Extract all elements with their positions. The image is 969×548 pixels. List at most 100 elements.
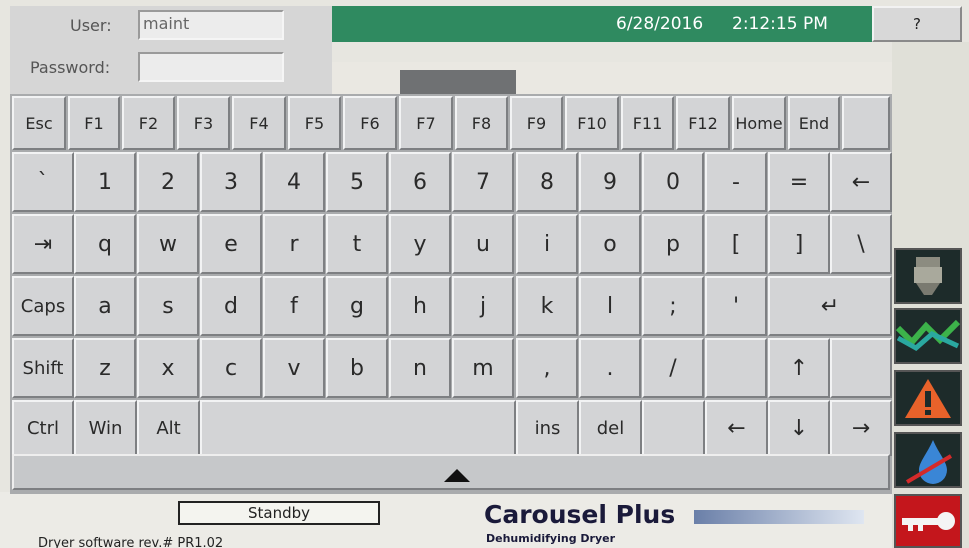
key-close-bracket[interactable]: ] bbox=[768, 214, 830, 274]
key-x[interactable]: x bbox=[137, 338, 199, 398]
key-backslash[interactable]: \ bbox=[830, 214, 892, 274]
key-ctrl[interactable]: Ctrl bbox=[12, 400, 74, 456]
key-8[interactable]: 8 bbox=[516, 152, 578, 212]
key-f8[interactable]: F8 bbox=[455, 96, 508, 150]
key-comma[interactable]: , bbox=[516, 338, 578, 398]
login-key-button[interactable] bbox=[894, 494, 962, 548]
key-tab[interactable]: ⇥ bbox=[12, 214, 74, 274]
key-left[interactable]: ← bbox=[705, 400, 768, 456]
key-shift[interactable]: Shift bbox=[12, 338, 74, 398]
key-f10[interactable]: F10 bbox=[565, 96, 619, 150]
key-4[interactable]: 4 bbox=[263, 152, 325, 212]
water-icon bbox=[905, 440, 953, 484]
key-w[interactable]: w bbox=[137, 214, 199, 274]
key-0[interactable]: 0 bbox=[642, 152, 704, 212]
key-f2[interactable]: F2 bbox=[122, 96, 175, 150]
key-h[interactable]: h bbox=[389, 276, 451, 336]
key-f6[interactable]: F6 bbox=[343, 96, 397, 150]
help-button[interactable]: ? bbox=[872, 6, 962, 42]
key-b[interactable]: b bbox=[326, 338, 388, 398]
key-esc[interactable]: Esc bbox=[12, 96, 66, 150]
key-c[interactable]: c bbox=[200, 338, 262, 398]
key-blank-11[interactable] bbox=[705, 338, 767, 398]
date-display: 6/28/2016 bbox=[616, 14, 704, 34]
key-down[interactable]: ↓ bbox=[768, 400, 830, 456]
key-n[interactable]: n bbox=[389, 338, 451, 398]
key-z[interactable]: z bbox=[74, 338, 136, 398]
key-minus[interactable]: - bbox=[705, 152, 767, 212]
brand-logo: Carousel Plus bbox=[484, 500, 676, 529]
background-dryer-graphic bbox=[400, 70, 516, 94]
key-5[interactable]: 5 bbox=[326, 152, 388, 212]
key-a[interactable]: a bbox=[74, 276, 136, 336]
key-v[interactable]: v bbox=[263, 338, 325, 398]
key-y[interactable]: y bbox=[389, 214, 451, 274]
key-enter[interactable]: ↵ bbox=[768, 276, 892, 336]
key-o[interactable]: o bbox=[579, 214, 641, 274]
key-slash[interactable]: / bbox=[642, 338, 704, 398]
key-l[interactable]: l bbox=[579, 276, 641, 336]
key-period[interactable]: . bbox=[579, 338, 641, 398]
key-f3[interactable]: F3 bbox=[177, 96, 230, 150]
key-r[interactable]: r bbox=[263, 214, 325, 274]
password-input[interactable] bbox=[138, 52, 284, 82]
water-button[interactable] bbox=[894, 432, 962, 488]
key-2[interactable]: 2 bbox=[137, 152, 199, 212]
key-3[interactable]: 3 bbox=[200, 152, 262, 212]
key-1[interactable]: 1 bbox=[74, 152, 136, 212]
key-left[interactable]: ← bbox=[830, 152, 892, 212]
key-blank-6[interactable] bbox=[642, 400, 705, 456]
key-open-bracket[interactable]: [ bbox=[705, 214, 767, 274]
key-s[interactable]: s bbox=[137, 276, 199, 336]
key-blank-15[interactable] bbox=[842, 96, 890, 150]
key-win[interactable]: Win bbox=[74, 400, 137, 456]
trend-button[interactable] bbox=[894, 308, 962, 364]
key-6[interactable]: 6 bbox=[389, 152, 451, 212]
user-input[interactable]: maint bbox=[138, 10, 284, 40]
key-quote[interactable]: ' bbox=[705, 276, 767, 336]
key-f[interactable]: f bbox=[263, 276, 325, 336]
brand-subtitle: Dehumidifying Dryer bbox=[486, 532, 616, 545]
key-home[interactable]: Home bbox=[732, 96, 786, 150]
key-j[interactable]: j bbox=[452, 276, 514, 336]
key-q[interactable]: q bbox=[74, 214, 136, 274]
key-f9[interactable]: F9 bbox=[510, 96, 563, 150]
key-space[interactable] bbox=[200, 400, 516, 456]
key-f12[interactable]: F12 bbox=[676, 96, 730, 150]
key-k[interactable]: k bbox=[516, 276, 578, 336]
key-semicolon[interactable]: ; bbox=[642, 276, 704, 336]
key-blank-13[interactable] bbox=[830, 338, 892, 398]
software-revision: Dryer software rev.# PR1.02 bbox=[38, 536, 224, 548]
key-f11[interactable]: F11 bbox=[621, 96, 674, 150]
key-f4[interactable]: F4 bbox=[232, 96, 286, 150]
collapse-keyboard-bar[interactable] bbox=[12, 454, 890, 490]
key-alt[interactable]: Alt bbox=[137, 400, 200, 456]
key-m[interactable]: m bbox=[452, 338, 514, 398]
key-t[interactable]: t bbox=[326, 214, 388, 274]
hopper-button[interactable] bbox=[894, 248, 962, 304]
key-icon bbox=[902, 512, 955, 531]
key-f5[interactable]: F5 bbox=[288, 96, 341, 150]
key-e[interactable]: e bbox=[200, 214, 262, 274]
key-ins[interactable]: ins bbox=[516, 400, 579, 456]
key-backtick[interactable]: ` bbox=[12, 152, 74, 212]
key-f1[interactable]: F1 bbox=[68, 96, 120, 150]
key-del[interactable]: del bbox=[579, 400, 642, 456]
alarm-icon bbox=[905, 379, 951, 418]
key-g[interactable]: g bbox=[326, 276, 388, 336]
key-end[interactable]: End bbox=[788, 96, 840, 150]
key-u[interactable]: u bbox=[452, 214, 514, 274]
alarm-button[interactable] bbox=[894, 370, 962, 426]
key-caps[interactable]: Caps bbox=[12, 276, 74, 336]
top-status-bar: 6/28/2016 2:12:15 PM bbox=[332, 6, 892, 42]
key-i[interactable]: i bbox=[516, 214, 578, 274]
collapse-arrow-icon bbox=[444, 469, 470, 482]
key-up[interactable]: ↑ bbox=[768, 338, 830, 398]
key-d[interactable]: d bbox=[200, 276, 262, 336]
key-right[interactable]: → bbox=[830, 400, 892, 456]
key-f7[interactable]: F7 bbox=[399, 96, 453, 150]
key-7[interactable]: 7 bbox=[452, 152, 514, 212]
key-equals[interactable]: = bbox=[768, 152, 830, 212]
key-p[interactable]: p bbox=[642, 214, 704, 274]
key-9[interactable]: 9 bbox=[579, 152, 641, 212]
